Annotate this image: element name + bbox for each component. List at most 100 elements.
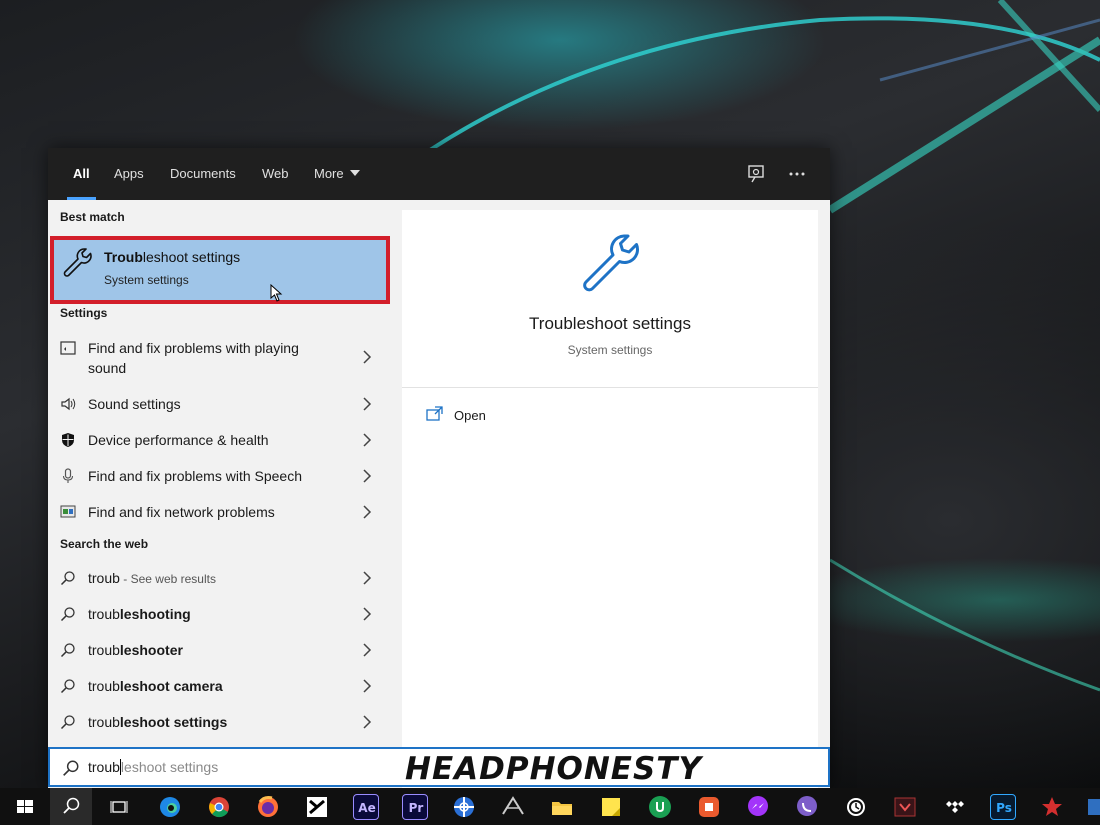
troubleshoot-sound-icon (60, 341, 76, 355)
tab-all[interactable]: All (67, 148, 96, 200)
firefox-icon[interactable] (255, 794, 281, 820)
chevron-down-icon (349, 170, 360, 176)
chevron-right-icon (363, 469, 372, 483)
web-result-prefix: troub (88, 678, 120, 694)
photoshop-icon[interactable]: Ps (990, 794, 1016, 820)
premiere-label: Pr (408, 801, 424, 815)
chevron-right-icon (363, 350, 372, 364)
settings-item-label: Device performance & health (88, 432, 269, 448)
search-panel: All Apps Documents Web More Best match T… (48, 148, 830, 788)
settings-item-label: Find and fix problems with Speech (88, 468, 302, 484)
search-input[interactable]: troubleshoot settings HEADPHONESTY (48, 747, 830, 787)
web-result-bold: leshoot settings (119, 714, 228, 730)
web-result-bold: leshooting (119, 606, 191, 622)
settings-item-playing-sound[interactable]: Find and fix problems with playing sound (48, 336, 390, 378)
chevron-right-icon (363, 643, 372, 657)
settings-item-sound[interactable]: Sound settings (48, 392, 390, 418)
best-match-item[interactable]: Troubleshoot settings System settings (54, 240, 386, 302)
search-suggestion-text: leshoot settings (120, 759, 219, 775)
settings-item-speech[interactable]: Find and fix problems with Speech (48, 464, 390, 490)
web-result-item[interactable]: troubleshooter (48, 638, 390, 664)
watermark-logo: HEADPHONESTY (405, 751, 702, 787)
shield-icon (62, 433, 74, 447)
after-effects-icon[interactable]: Ae (353, 794, 379, 820)
taskbar: Ae Pr Ps (0, 788, 1100, 825)
chevron-right-icon (363, 397, 372, 411)
edge-icon[interactable] (157, 794, 183, 820)
tidal-icon[interactable] (941, 794, 967, 820)
office-icon[interactable] (696, 794, 722, 820)
preview-pane: Troubleshoot settings System settings Op… (402, 210, 818, 788)
preview-subtitle: System settings (567, 343, 653, 357)
file-explorer-icon[interactable] (549, 794, 575, 820)
chevron-right-icon (363, 433, 372, 447)
microphone-icon (62, 468, 74, 483)
settings-heading: Settings (60, 306, 108, 320)
after-effects-label: Ae (358, 801, 376, 815)
premiere-icon[interactable]: Pr (402, 794, 428, 820)
messenger-icon[interactable] (745, 794, 771, 820)
sticky-notes-icon[interactable] (598, 794, 624, 820)
tab-web[interactable]: Web (262, 148, 289, 200)
tab-more[interactable]: More (314, 148, 360, 200)
settings-item-label: Sound settings (88, 396, 181, 412)
search-tab-bar: All Apps Documents Web More (48, 148, 830, 200)
settings-item-label: Find and fix network problems (88, 504, 275, 520)
wrench-icon (583, 234, 639, 292)
web-result-item[interactable]: troubleshooting (48, 602, 390, 628)
air-app-icon[interactable] (500, 794, 526, 820)
web-result-bold: leshoot camera (119, 678, 223, 694)
web-result-label: troubleshoot camera (88, 676, 223, 696)
tab-documents[interactable]: Documents (170, 148, 236, 200)
search-icon (63, 797, 80, 814)
tab-more-label: More (314, 166, 344, 181)
search-icon (60, 643, 75, 658)
photoshop-label: Ps (996, 801, 1012, 815)
task-view-icon[interactable] (106, 794, 132, 820)
web-result-prefix: troub (88, 606, 120, 622)
clock-app-icon[interactable] (843, 794, 869, 820)
app-icon[interactable] (892, 794, 918, 820)
web-result-label: troub - See web results (88, 568, 216, 589)
preview-header: Troubleshoot settings System settings (402, 210, 818, 388)
settings-item-device-health[interactable]: Device performance & health (48, 428, 390, 454)
best-match-title: Troubleshoot settings (104, 249, 240, 265)
web-result-bold: leshooter (119, 642, 183, 658)
feedback-icon[interactable] (746, 163, 768, 185)
best-match-title-bold: Troub (104, 249, 143, 265)
start-button[interactable] (12, 794, 38, 820)
web-result-item[interactable]: troubleshoot camera (48, 674, 390, 700)
viber-icon[interactable] (794, 794, 820, 820)
capcut-icon[interactable] (304, 794, 330, 820)
search-icon (60, 715, 75, 730)
app-red-icon[interactable] (1039, 794, 1065, 820)
web-result-prefix: troub (88, 570, 120, 586)
more-options-icon[interactable] (786, 163, 808, 185)
web-result-prefix: troub (88, 642, 120, 658)
best-match-subtitle: System settings (104, 273, 189, 287)
web-result-item[interactable]: troubleshoot settings (48, 710, 390, 736)
speaker-icon (61, 397, 76, 411)
web-result-item[interactable]: troub - See web results (48, 566, 390, 592)
network-troubleshoot-icon (60, 505, 76, 518)
search-icon (63, 760, 79, 776)
network-app-icon[interactable] (451, 794, 477, 820)
chevron-right-icon (363, 571, 372, 585)
web-result-suffix: - See web results (119, 572, 216, 586)
chrome-icon[interactable] (206, 794, 232, 820)
web-result-prefix: troub (88, 714, 120, 730)
search-typed-text: troub (88, 759, 120, 775)
app-blue-icon[interactable] (1086, 794, 1100, 820)
best-match-heading: Best match (60, 210, 125, 224)
chevron-right-icon (363, 505, 372, 519)
preview-title: Troubleshoot settings (529, 314, 691, 333)
search-web-heading: Search the web (60, 537, 149, 551)
settings-item-label-line2: sound (88, 360, 127, 376)
taskbar-search-button[interactable] (50, 788, 92, 825)
open-icon (426, 406, 443, 421)
settings-item-network[interactable]: Find and fix network problems (48, 500, 390, 526)
open-label: Open (454, 408, 486, 423)
upwork-icon[interactable] (647, 794, 673, 820)
web-result-label: troubleshooting (88, 604, 191, 624)
tab-apps[interactable]: Apps (114, 148, 144, 200)
